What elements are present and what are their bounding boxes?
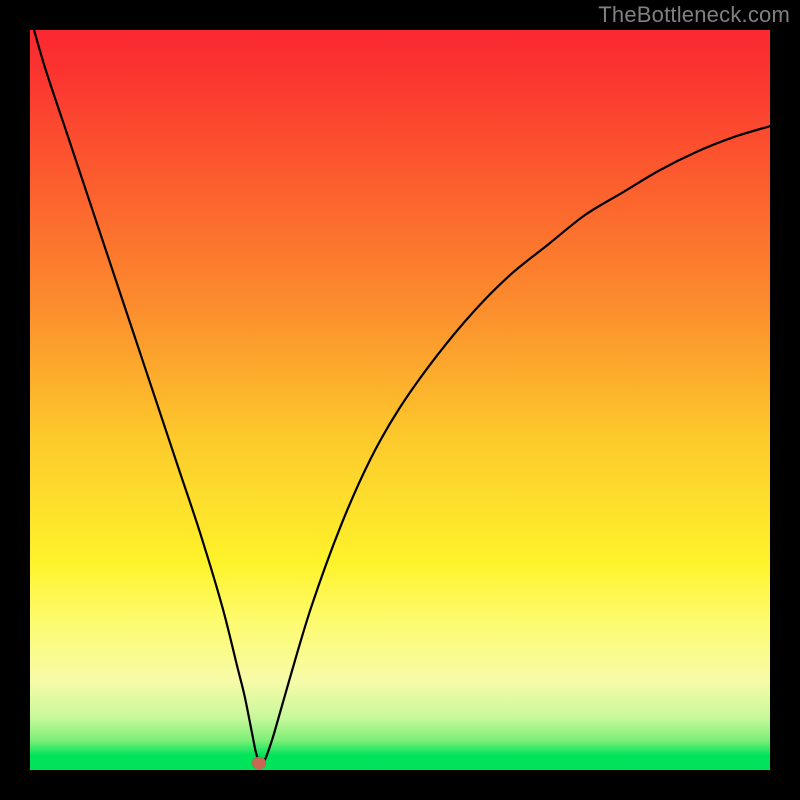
minimum-marker (252, 757, 266, 769)
plot-area (30, 30, 770, 770)
watermark-text: TheBottleneck.com (598, 2, 790, 28)
bottleneck-curve (30, 30, 770, 770)
chart-frame: TheBottleneck.com (0, 0, 800, 800)
